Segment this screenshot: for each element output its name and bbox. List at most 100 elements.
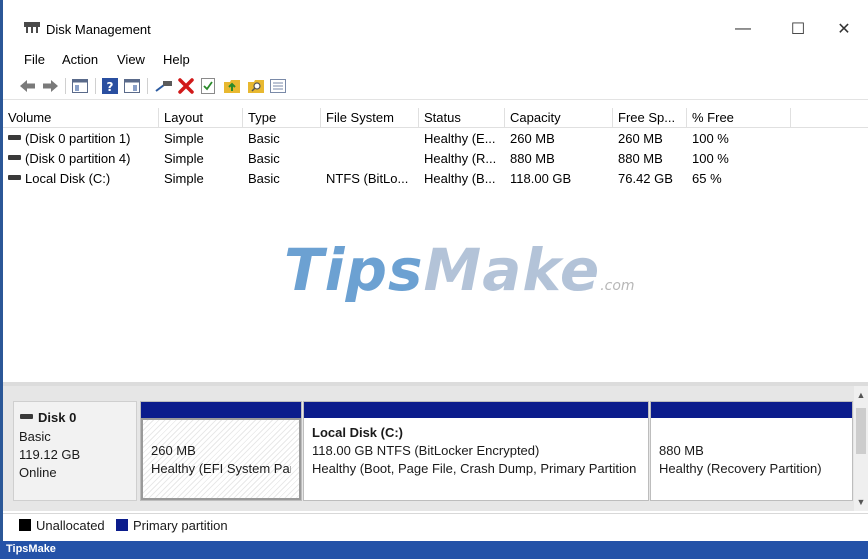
column-header-percent-free[interactable]: % Free [687,108,791,128]
brand-label: TipsMake [6,543,56,555]
file-system-cell [321,149,419,169]
partition-efi[interactable]: 260 MB Healthy (EFI System Part [140,401,302,501]
close-button[interactable]: ✕ [821,14,867,44]
console-tree-icon[interactable] [71,77,89,95]
status-cell: Healthy (R... [424,151,497,166]
toolbar-separator [65,78,66,94]
partition-status: Healthy (Recovery Partition) [659,461,822,476]
volume-list-header: Volume Layout Type File System Status Ca… [3,108,868,128]
primary-partition-bar [141,402,301,418]
graphic-pane-scrollbar[interactable]: ▲ ▼ [854,386,868,511]
delete-icon[interactable] [177,77,195,95]
column-header-capacity[interactable]: Capacity [505,108,613,128]
watermark-com: .com [600,278,635,294]
brand-footer: TipsMake [0,541,868,559]
properties-icon[interactable] [123,77,141,95]
partition-title: Local Disk (C:) [312,425,404,440]
status-cell: Healthy (E... [424,131,496,146]
free-space-cell: 260 MB [618,131,663,146]
menu-action[interactable]: Action [62,52,98,67]
disk-state: Online [19,465,57,480]
disk-name: Disk 0 [38,410,77,425]
legend-bar: Unallocated Primary partition [3,513,868,535]
list-icon[interactable] [269,77,287,95]
capacity-cell: 880 MB [510,151,555,166]
menu-file[interactable]: File [24,52,45,67]
check-icon[interactable] [199,77,217,95]
disk-graphic-pane: Disk 0 Basic 119.12 GB Online 260 MB Hea… [3,386,868,511]
help-icon[interactable]: ? [101,77,119,95]
volume-name: Local Disk (C:) [25,171,111,186]
file-system-cell [321,129,419,149]
layout-cell: Simple [164,131,204,146]
column-header-free-space[interactable]: Free Sp... [613,108,687,128]
partition-size: 118.00 GB NTFS (BitLocker Encrypted) [312,443,540,458]
disk-size: 119.12 GB [19,447,81,462]
layout-cell: Simple [164,171,204,186]
volume-row[interactable]: (Disk 0 partition 4) Simple Basic Health… [3,149,868,169]
volume-name: (Disk 0 partition 4) [25,151,131,166]
unallocated-swatch [19,519,31,531]
partition-status: Healthy (Boot, Page File, Crash Dump, Pr… [312,461,637,476]
volume-name: (Disk 0 partition 1) [25,131,131,146]
percent-free-cell: 100 % [692,151,729,166]
back-icon[interactable] [19,77,37,95]
scroll-thumb[interactable] [856,408,866,454]
status-cell: Healthy (B... [424,171,496,186]
menu-help[interactable]: Help [163,52,190,67]
drive-icon [8,135,21,141]
disk-icon [20,414,33,419]
legend-primary-partition: Primary partition [133,518,228,533]
maximize-button[interactable]: ☐ [775,14,821,44]
partition-size: 880 MB [659,443,704,458]
legend-unallocated: Unallocated [36,518,105,533]
volume-cell: Local Disk (C:) [3,169,159,189]
connect-icon[interactable] [155,77,173,95]
type-cell: Basic [248,171,280,186]
disk-type: Basic [19,429,51,444]
column-header-layout[interactable]: Layout [159,108,243,128]
disk-0-label[interactable]: Disk 0 Basic 119.12 GB Online [13,401,137,501]
svg-text:?: ? [107,80,114,94]
partition-recovery[interactable]: 880 MB Healthy (Recovery Partition) [650,401,853,501]
window-title: Disk Management [46,22,151,37]
free-space-cell: 76.42 GB [618,171,673,186]
column-header-file-system[interactable]: File System [321,108,419,128]
toolbar-separator [147,78,148,94]
percent-free-cell: 100 % [692,131,729,146]
partition-local-disk-c[interactable]: Local Disk (C:) 118.00 GB NTFS (BitLocke… [303,401,649,501]
volume-row[interactable]: Local Disk (C:) Simple Basic NTFS (BitLo… [3,169,868,189]
drive-icon [8,175,21,181]
capacity-cell: 118.00 GB [510,171,572,186]
scroll-up-icon[interactable]: ▲ [854,388,868,402]
type-cell: Basic [248,151,280,166]
column-header-type[interactable]: Type [243,108,321,128]
toolbar-separator [95,78,96,94]
primary-partition-swatch [116,519,128,531]
menu-bar: File Action View Help [3,48,868,70]
drive-icon [8,155,21,161]
primary-partition-bar [651,402,852,418]
forward-icon[interactable] [41,77,59,95]
scroll-down-icon[interactable]: ▼ [854,495,868,509]
capacity-cell: 260 MB [510,131,555,146]
primary-partition-bar [304,402,648,418]
tipsmake-watermark: TipsMake.com [284,236,635,304]
watermark-make: Make [423,236,601,304]
volume-cell: (Disk 0 partition 1) [3,129,159,149]
volume-cell: (Disk 0 partition 4) [3,149,159,169]
search-folder-icon[interactable] [247,77,265,95]
toolbar: ? [3,72,868,100]
watermark-tips: Tips [284,236,424,304]
type-cell: Basic [248,131,280,146]
free-space-cell: 880 MB [618,151,663,166]
menu-view[interactable]: View [117,52,145,67]
minimize-button[interactable]: — [720,14,766,44]
percent-free-cell: 65 % [692,171,722,186]
column-header-status[interactable]: Status [419,108,505,128]
up-folder-icon[interactable] [223,77,241,95]
column-header-volume[interactable]: Volume [3,108,159,128]
layout-cell: Simple [164,151,204,166]
partition-status: Healthy (EFI System Part [151,461,291,476]
volume-row[interactable]: (Disk 0 partition 1) Simple Basic Health… [3,129,868,149]
